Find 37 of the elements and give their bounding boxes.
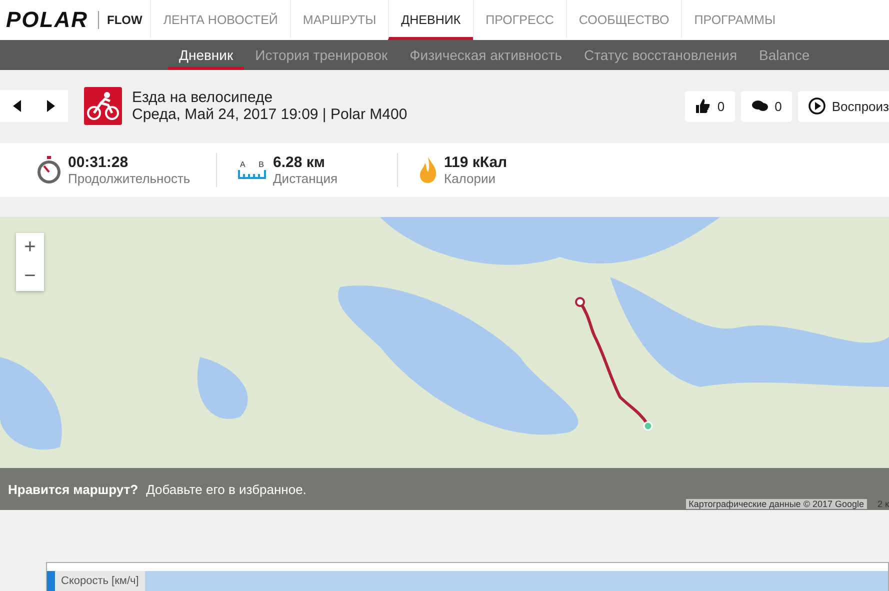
- subnav-tab[interactable]: Физическая активность: [398, 40, 574, 70]
- end-marker: B: [258, 160, 264, 170]
- like-button[interactable]: 0: [685, 90, 735, 122]
- zoom-in-button[interactable]: +: [16, 232, 44, 262]
- ruler-icon: [238, 169, 266, 180]
- banner-question: Нравится маршрут?: [8, 482, 138, 496]
- legend-swatch: [47, 571, 55, 591]
- stat-value: 6.28 км: [273, 154, 326, 171]
- stat-label: Калории: [444, 170, 497, 186]
- comments-button[interactable]: 0: [740, 90, 792, 122]
- sport-title: Езда на велосипеде: [132, 89, 274, 106]
- subnav-tab[interactable]: История тренировок: [244, 40, 399, 70]
- subnav-tab[interactable]: Статус восстановления: [573, 40, 748, 70]
- zoom-out-button[interactable]: −: [16, 262, 44, 291]
- thumbs-up-icon: [695, 98, 712, 114]
- map-scale: 2 к: [878, 499, 889, 509]
- right-triangle-icon: [46, 100, 56, 112]
- workout-subtitle: Среда, Май 24, 2017 19:09 | Polar M400: [132, 106, 408, 124]
- replay-button[interactable]: Воспроиз: [798, 90, 889, 122]
- subnav-tab[interactable]: Дневник: [168, 40, 244, 70]
- speech-bubbles-icon: [750, 99, 769, 114]
- banner-prompt[interactable]: Добавьте его в избранное.: [146, 482, 306, 496]
- flow-label: FLOW: [106, 13, 144, 27]
- stat-value: 119 кКал: [444, 154, 508, 171]
- play-icon: [808, 97, 826, 116]
- legend-label: Скорость [км/ч]: [55, 571, 145, 591]
- stat-label: Дистанция: [273, 170, 338, 186]
- polar-logo[interactable]: POLAR: [0, 11, 99, 29]
- stopwatch-icon: [36, 156, 62, 184]
- cycling-icon: [84, 87, 122, 126]
- left-triangle-icon: [12, 100, 22, 112]
- map-attribution: Картографические данные © 2017 Google: [686, 499, 867, 509]
- stat-label: Продолжительность: [68, 170, 190, 186]
- flame-icon: [418, 156, 438, 184]
- subnav-tab[interactable]: Balance: [748, 40, 821, 70]
- stat-value: 00:31:28: [68, 154, 130, 171]
- start-marker: A: [240, 160, 246, 170]
